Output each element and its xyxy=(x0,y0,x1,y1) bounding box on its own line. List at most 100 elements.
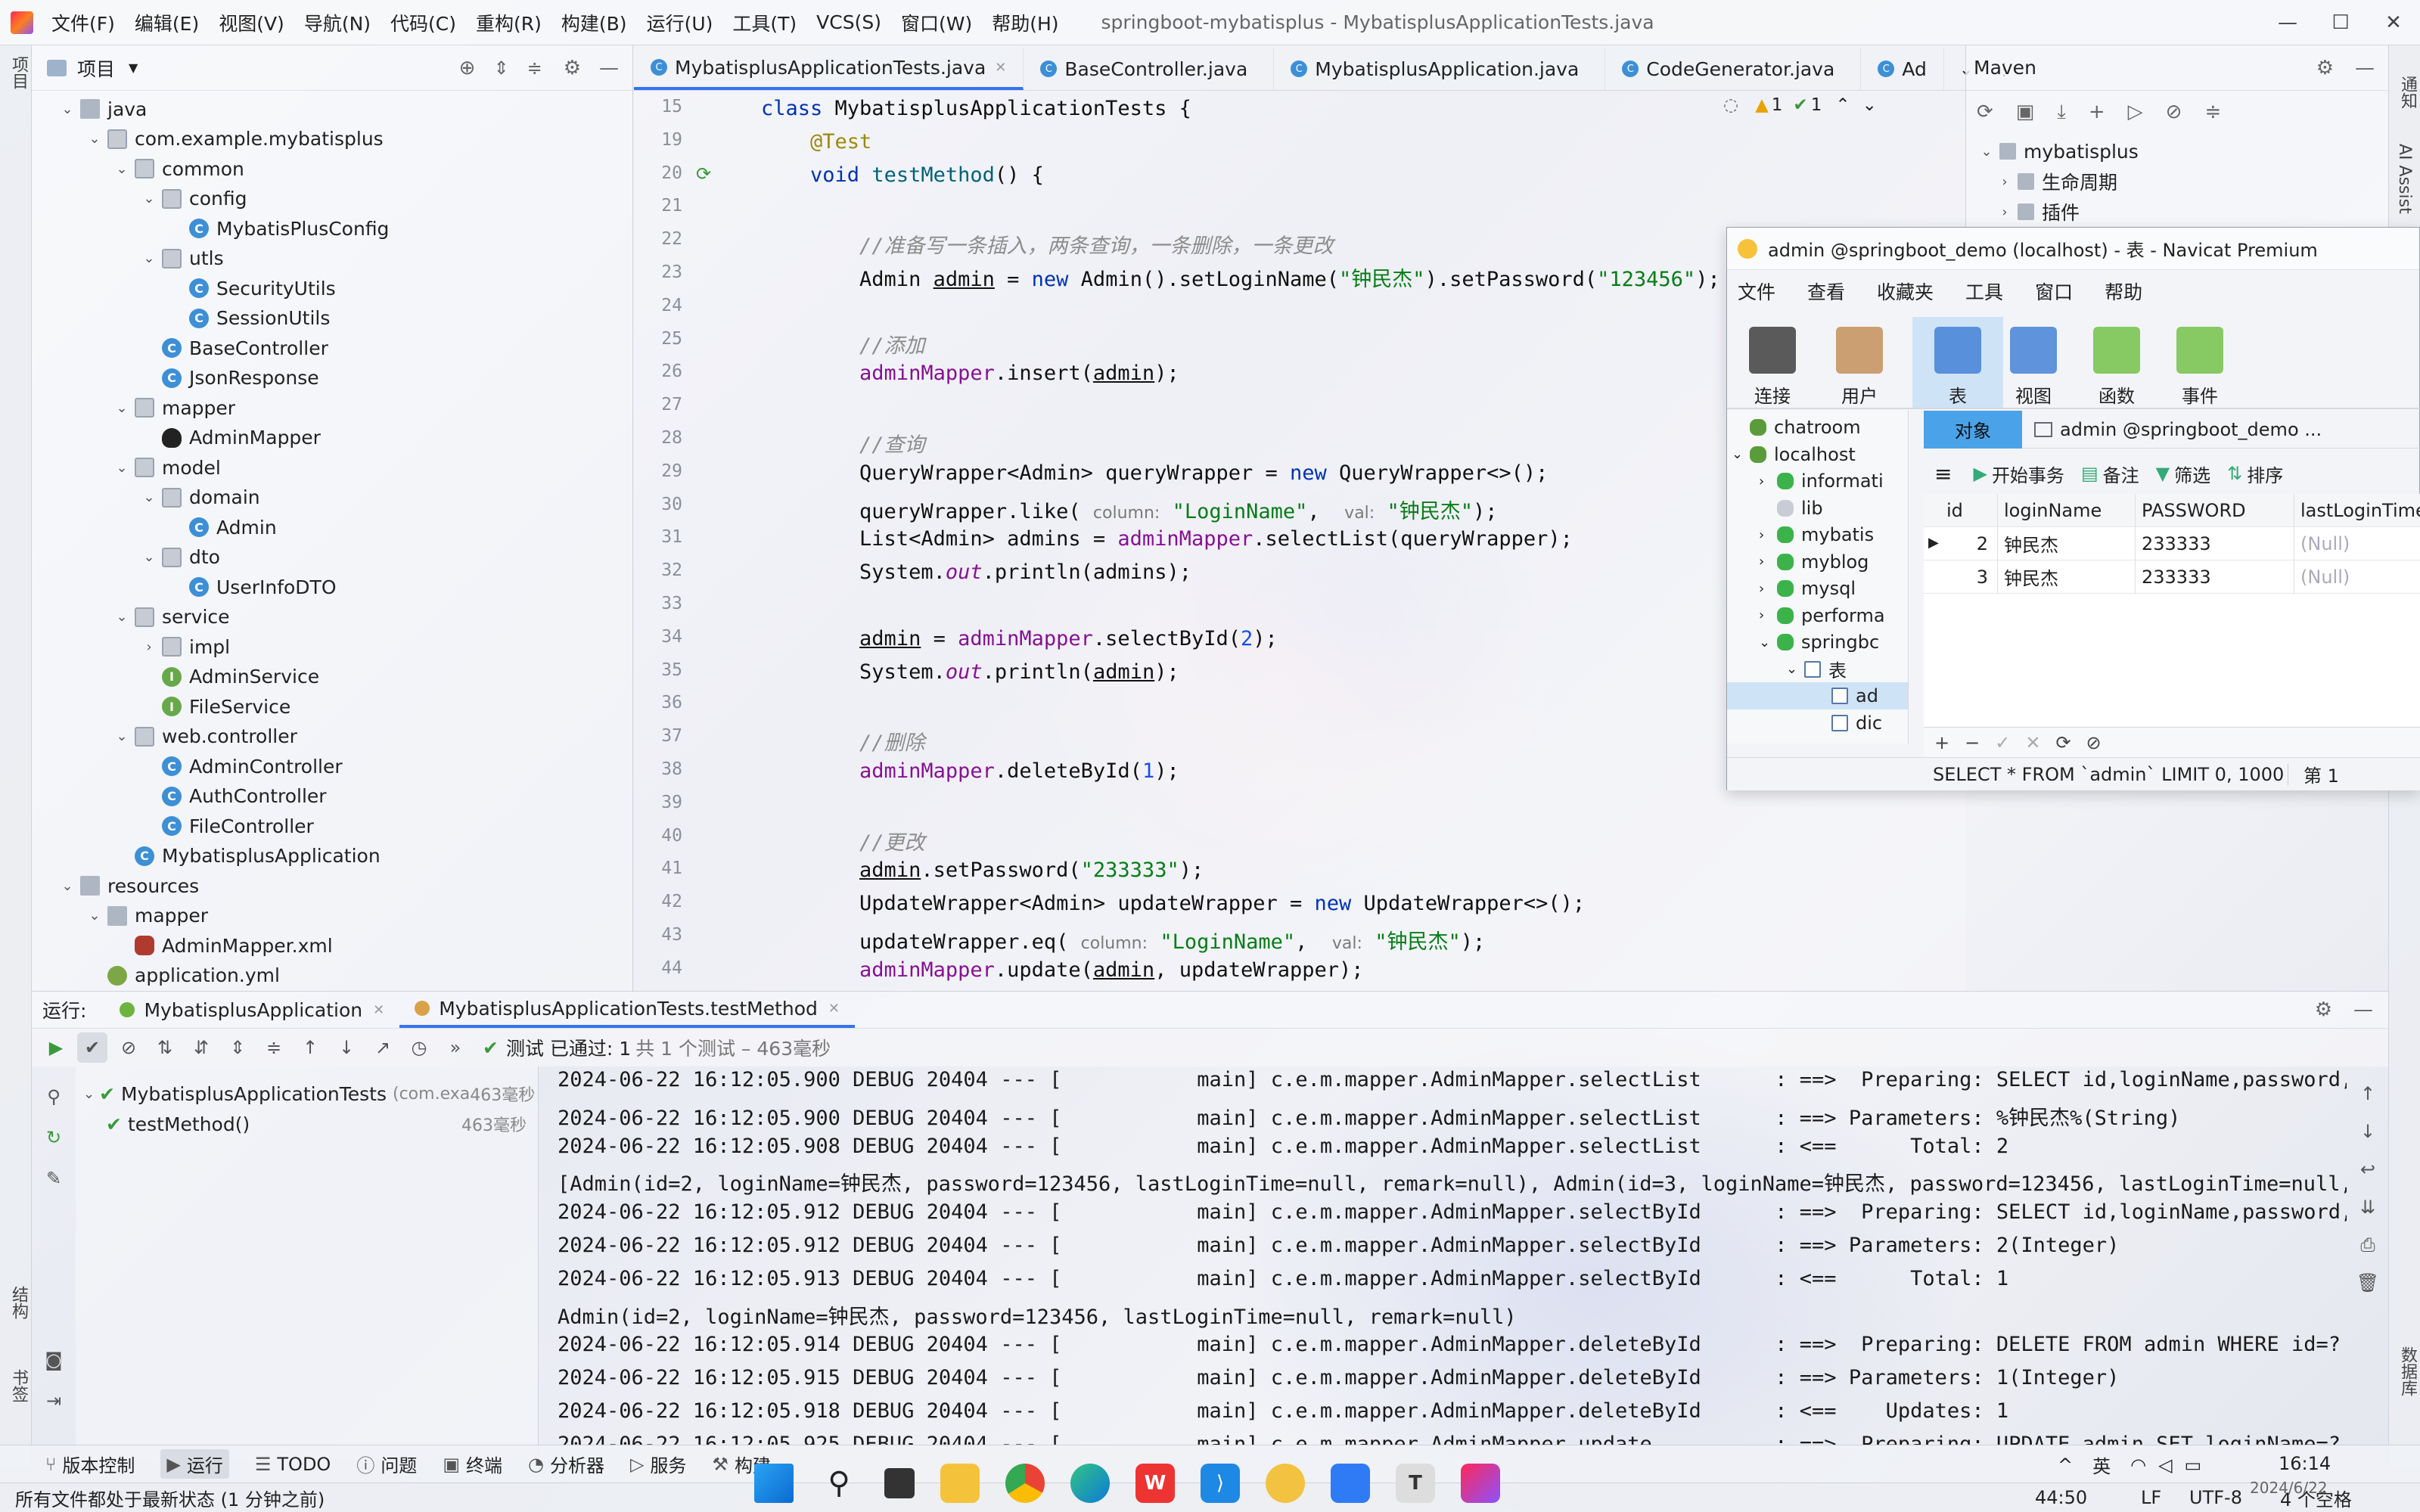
menu-item[interactable]: 编辑(E) xyxy=(135,9,199,36)
filter-icon[interactable]: ▼ xyxy=(2156,463,2170,484)
menu-item[interactable]: 重构(R) xyxy=(476,9,542,36)
chevron-down-icon[interactable]: ⌄ xyxy=(1786,661,1801,677)
navicat-taskbar-icon[interactable] xyxy=(1266,1464,1305,1503)
minimize-button[interactable]: — xyxy=(2261,0,2314,45)
trash-icon[interactable]: 🗑 xyxy=(2353,1268,2383,1298)
menu-item[interactable]: 帮助(H) xyxy=(992,9,1058,36)
chevron-down-icon[interactable]: ⌄ xyxy=(86,908,103,924)
console-output[interactable]: 2024-06-22 16:12:05.900 DEBUG 20404 --- … xyxy=(539,1066,2347,1445)
close-tab-icon[interactable]: ✕ xyxy=(995,60,1006,76)
wifi-icon[interactable]: ◠ xyxy=(2130,1455,2146,1476)
tool-window-button[interactable]: ◔ 分析器 xyxy=(528,1451,604,1477)
chrome-icon[interactable] xyxy=(1005,1464,1045,1503)
scroll-up-icon[interactable]: ↑ xyxy=(2353,1079,2383,1109)
grid-cell[interactable]: (Null) xyxy=(2294,527,2420,560)
inspection-widget[interactable]: ◌ ▲ 1 ✔ 1 ⌃ ⌄ xyxy=(1723,95,1877,115)
hide-panel-icon[interactable]: — xyxy=(2355,57,2375,79)
editor-tab[interactable]: C MybatisplusApplicationTests.java ✕ xyxy=(634,48,1024,90)
project-tree-item[interactable]: C SecurityUtils xyxy=(168,273,336,303)
navicat-toolbar-button[interactable]: 函数 xyxy=(2071,317,2162,408)
navicat-toolbar-button[interactable]: 用户 xyxy=(1814,317,1905,408)
grid-cell[interactable]: 钟民杰 xyxy=(1998,560,2136,594)
print-icon[interactable]: ⎙ xyxy=(2353,1230,2383,1260)
chevron-right-icon[interactable]: › xyxy=(1759,607,1774,623)
stop-icon[interactable]: ⊘ xyxy=(2086,732,2102,753)
navicat-tree-item[interactable]: › informati xyxy=(1727,467,1908,495)
chevron-right-icon[interactable]: › xyxy=(1996,204,2013,220)
gear-icon[interactable]: ⚙ xyxy=(564,57,581,79)
chevron-right-icon[interactable]: › xyxy=(1996,174,2013,190)
menu-item[interactable]: 窗口(W) xyxy=(901,9,972,36)
chevron-down-icon[interactable]: ⌄ xyxy=(113,728,130,744)
navicat-tree-item[interactable]: ⌄ 表 xyxy=(1727,656,1908,683)
clock-date[interactable]: 2024/6/22 xyxy=(2250,1479,2328,1497)
chevron-down-icon[interactable]: ⌄ xyxy=(1759,635,1774,650)
project-tree-item[interactable]: ⌄ java xyxy=(59,94,147,124)
battery-icon[interactable]: ▭ xyxy=(2185,1455,2202,1476)
project-tree-item[interactable]: C AuthController xyxy=(141,781,327,812)
chevron-right-icon[interactable]: › xyxy=(1759,527,1774,543)
chevron-down-icon[interactable]: ⌄ xyxy=(141,489,157,505)
refresh-icon[interactable]: ⟳ xyxy=(2055,732,2071,753)
sort-icon[interactable]: ⇅ xyxy=(2227,463,2242,484)
notifications-tool-button[interactable]: 通知 xyxy=(2395,76,2419,109)
navicat-tree-item[interactable]: › performa xyxy=(1727,602,1908,629)
close-button[interactable]: ✕ xyxy=(2367,0,2420,45)
tool-window-button[interactable]: ☰ TODO xyxy=(255,1454,331,1475)
gear-icon[interactable]: ⚙ xyxy=(2315,998,2332,1021)
navicat-toolbar-button[interactable]: 视图 xyxy=(1988,317,2079,408)
collapse-icon[interactable]: ≑ xyxy=(2204,101,2221,123)
menu-item[interactable]: 工具(T) xyxy=(732,9,797,36)
soft-wrap-icon[interactable]: ↩ xyxy=(2353,1154,2383,1184)
database-tool-button[interactable]: 数据库 xyxy=(2395,1346,2419,1396)
chevron-down-icon[interactable]: ⌄ xyxy=(59,878,76,894)
chevron-down-icon[interactable]: ⌄ xyxy=(1978,144,1995,160)
grid-column-header[interactable]: id xyxy=(1924,494,1998,527)
discard-icon[interactable]: ✕ xyxy=(2025,732,2040,753)
close-tab-icon[interactable]: ✕ xyxy=(828,1001,840,1017)
tool-window-button[interactable]: ⓘ 问题 xyxy=(356,1451,417,1477)
navicat-tree-item[interactable]: chatroom xyxy=(1727,414,1908,441)
project-tree-item[interactable]: I FileService xyxy=(141,691,290,722)
project-title[interactable]: 项目 xyxy=(77,54,115,82)
project-tree-item[interactable]: C Admin xyxy=(168,512,277,542)
maven-tree-item[interactable]: › 插件 xyxy=(1996,197,2080,227)
editor-tab[interactable]: C Ad xyxy=(1861,48,1944,90)
add-row-icon[interactable]: + xyxy=(1934,732,1949,753)
menu-item[interactable]: 文件(F) xyxy=(51,9,115,36)
test-tree-item[interactable]: ⌄ ✔ MybatisplusApplicationTests (com.exa 463… xyxy=(83,1079,537,1109)
navicat-menu-item[interactable]: 文件 xyxy=(1738,278,1775,305)
project-tree-item[interactable]: ⌄ dto xyxy=(141,542,220,573)
chevron-down-icon[interactable]: ⌄ xyxy=(141,191,157,206)
navicat-tree-item[interactable]: lib xyxy=(1727,495,1908,522)
navicat-tree-item[interactable]: › myblog xyxy=(1727,548,1908,576)
test-tree-item[interactable]: ✔ testMethod() 463毫秒 xyxy=(106,1109,560,1139)
grid-column-header[interactable]: PASSWORD xyxy=(2136,494,2294,527)
cursor-position[interactable]: 44:50 xyxy=(2035,1487,2087,1508)
scroll-down-icon[interactable]: ↓ xyxy=(2353,1116,2383,1147)
navicat-tree-item[interactable]: ad xyxy=(1727,682,1908,709)
menu-icon[interactable]: ≡ xyxy=(1934,461,1952,486)
grid-cell[interactable]: 3 xyxy=(1924,560,1998,594)
toggle-offline-icon[interactable]: ⊘ xyxy=(2166,101,2182,123)
project-tree-item[interactable]: C SessionUtils xyxy=(168,303,330,334)
chevron-right-icon[interactable]: › xyxy=(1759,554,1774,570)
chevron-down-icon[interactable]: ⌄ xyxy=(113,400,130,416)
chevron-down-icon[interactable]: ⌄ xyxy=(1862,95,1877,115)
project-tree-item[interactable]: ⌄ common xyxy=(113,154,244,184)
file-encoding[interactable]: UTF-8 xyxy=(2189,1487,2242,1508)
maven-tree-item[interactable]: › 生命周期 xyxy=(1996,166,2117,197)
project-tree-item[interactable]: C JsonResponse xyxy=(141,363,319,393)
navicat-tree-item[interactable]: dic xyxy=(1727,709,1908,737)
show-passed-icon[interactable]: ✔ xyxy=(77,1032,107,1063)
project-tree-item[interactable]: C FileController xyxy=(141,811,314,841)
hide-panel-icon[interactable]: — xyxy=(599,57,619,79)
objects-tab[interactable]: 对象 xyxy=(1924,410,2022,449)
project-tree-item[interactable]: C AdminController xyxy=(141,751,343,781)
sort-alpha-icon[interactable]: ⇅ xyxy=(150,1032,180,1063)
windows-start-icon[interactable] xyxy=(754,1464,794,1503)
menu-item[interactable]: VCS(S) xyxy=(816,11,881,33)
project-tree-item[interactable]: ⌄ web.controller xyxy=(113,722,297,752)
editor-tab[interactable]: C MybatisplusApplication.java xyxy=(1274,48,1606,90)
grid-toolbar-button[interactable]: 备注 xyxy=(2103,461,2139,487)
